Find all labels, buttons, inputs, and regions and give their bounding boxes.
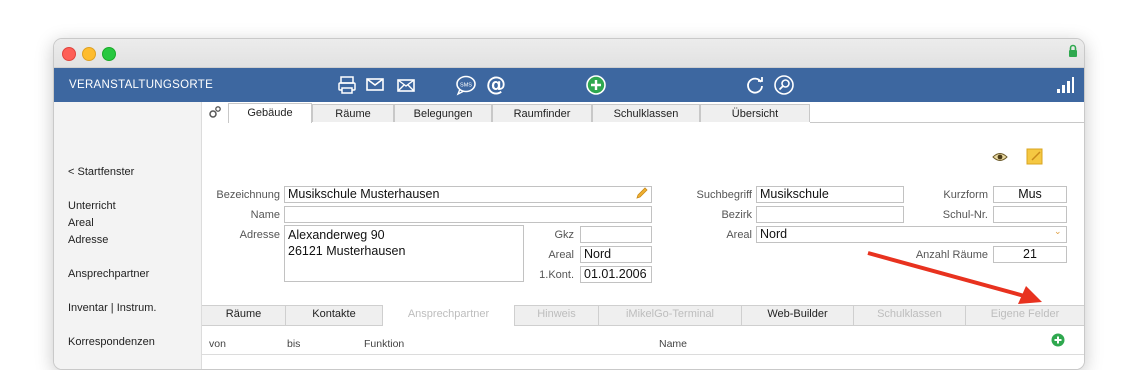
subtab-web-builder[interactable]: Web-Builder xyxy=(742,305,854,326)
add-icon[interactable] xyxy=(585,74,607,96)
eye-icon[interactable] xyxy=(992,151,1008,163)
sidebar-item-unterricht[interactable]: Unterricht xyxy=(68,200,116,212)
kont-label: 1.Kont. xyxy=(539,269,574,281)
at-icon[interactable]: @ xyxy=(485,74,507,96)
minimize-window-button[interactable] xyxy=(82,47,96,61)
subtab-kontakte[interactable]: Kontakte xyxy=(286,305,383,326)
sidebar-item-ansprechpartner[interactable]: Ansprechpartner xyxy=(68,268,149,280)
bezeichnung-label: Bezeichnung xyxy=(216,189,280,201)
app-window: VERANSTALTUNGSORTE SMS @ < Startfenster … xyxy=(53,38,1085,370)
sidebar-item-adresse[interactable]: Adresse xyxy=(68,234,108,246)
sms-icon[interactable]: SMS xyxy=(455,74,477,96)
sidebar: < Startfenster Unterricht Areal Adresse … xyxy=(54,102,202,369)
adresse-field[interactable]: Alexanderweg 90 26121 Musterhausen xyxy=(284,225,524,282)
gkz-field[interactable] xyxy=(580,226,652,243)
kont-field[interactable]: 01.01.2006 xyxy=(580,266,652,283)
suchbegriff-field[interactable]: Musikschule xyxy=(756,186,904,203)
close-window-button[interactable] xyxy=(62,47,76,61)
note-icon[interactable] xyxy=(1026,148,1044,166)
tab-raumfinder[interactable]: Raumfinder xyxy=(492,104,592,122)
tab-belegungen[interactable]: Belegungen xyxy=(394,104,492,122)
title-bar xyxy=(54,39,1084,68)
add-contact-button[interactable] xyxy=(1051,333,1065,347)
column-bis[interactable]: bis xyxy=(287,338,300,350)
subtab-raeume[interactable]: Räume xyxy=(202,305,286,326)
printer-icon[interactable] xyxy=(336,74,358,96)
areal2-label: Areal xyxy=(726,229,752,241)
sidebar-item-startfenster[interactable]: < Startfenster xyxy=(68,166,134,178)
table-header-divider xyxy=(202,354,1084,355)
bezirk-label: Bezirk xyxy=(721,209,752,221)
refresh-icon[interactable] xyxy=(744,74,766,96)
name-field[interactable] xyxy=(284,206,652,223)
schulnr-label: Schul-Nr. xyxy=(942,209,988,221)
areal-select[interactable]: Nord xyxy=(756,226,1067,243)
subtab-hinweis[interactable]: Hinweis xyxy=(515,305,599,326)
tab-raeume[interactable]: Räume xyxy=(312,104,394,122)
pencil-icon[interactable] xyxy=(635,187,648,200)
column-von[interactable]: von xyxy=(209,338,226,350)
gear-icon[interactable] xyxy=(208,105,222,119)
signal-icon xyxy=(1057,77,1074,93)
areal-label: Areal xyxy=(548,249,574,261)
chevron-down-icon: ⌄ xyxy=(1054,226,1062,236)
sidebar-item-korrespondenzen[interactable]: Korrespondenzen xyxy=(68,336,155,348)
gkz-label: Gkz xyxy=(554,229,574,241)
main-panel: Gebäude Räume Belegungen Raumfinder Schu… xyxy=(202,102,1084,369)
sms-label: SMS xyxy=(460,83,472,89)
tab-gebaeude[interactable]: Gebäude xyxy=(228,103,312,123)
toolbar: VERANSTALTUNGSORTE SMS @ xyxy=(54,68,1084,102)
sidebar-item-inventar[interactable]: Inventar | Instrum. xyxy=(68,302,156,314)
kurzform-label: Kurzform xyxy=(943,189,988,201)
tab-baseline xyxy=(810,122,1084,123)
name-label: Name xyxy=(250,209,280,221)
bezirk-field[interactable] xyxy=(756,206,904,223)
sidebar-item-areal[interactable]: Areal xyxy=(68,217,94,229)
mail-open-icon[interactable] xyxy=(395,74,417,96)
annotation-arrow xyxy=(867,251,1042,304)
tab-uebersicht[interactable]: Übersicht xyxy=(700,104,810,122)
areal-field[interactable]: Nord xyxy=(580,246,652,263)
suchbegriff-label: Suchbegriff xyxy=(696,189,752,201)
search-icon[interactable] xyxy=(773,74,795,96)
subtab-ansprechpartner[interactable]: Ansprechpartner xyxy=(383,305,515,326)
tab-schulklassen[interactable]: Schulklassen xyxy=(592,104,700,122)
schulnr-field[interactable] xyxy=(993,206,1067,223)
zoom-window-button[interactable] xyxy=(102,47,116,61)
column-funktion[interactable]: Funktion xyxy=(364,338,404,350)
bezeichnung-field[interactable]: Musikschule Musterhausen xyxy=(284,186,652,203)
lock-icon xyxy=(1069,44,1077,57)
column-name[interactable]: Name xyxy=(659,338,687,350)
adresse-label: Adresse xyxy=(239,229,280,241)
mail-icon[interactable] xyxy=(364,74,386,96)
kurzform-field[interactable]: Mus xyxy=(993,186,1067,203)
svg-text:@: @ xyxy=(486,74,506,96)
app-title: VERANSTALTUNGSORTE xyxy=(69,79,214,91)
subtab-imikelgo[interactable]: iMikelGo-Terminal xyxy=(599,305,742,326)
